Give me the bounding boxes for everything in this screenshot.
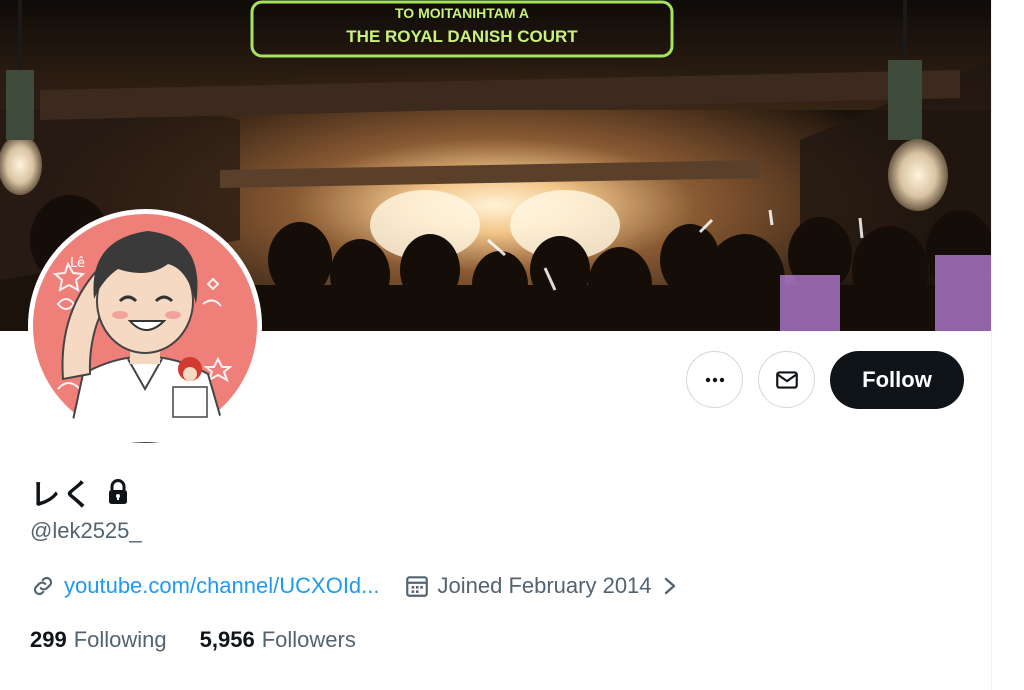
display-name: レく xyxy=(30,478,94,513)
lock-icon xyxy=(106,479,130,505)
profile-meta: youtube.com/channel/UCXOId... Joined Feb… xyxy=(30,570,680,602)
name-row: レく xyxy=(30,472,130,513)
website-link[interactable]: youtube.com/channel/UCXOId... xyxy=(30,573,380,599)
column-divider xyxy=(991,0,992,690)
chevron-right-icon[interactable] xyxy=(660,574,680,598)
followers-stat[interactable]: 5,956 Followers xyxy=(200,627,356,653)
link-icon xyxy=(30,573,56,599)
followers-count: 5,956 xyxy=(199,627,255,652)
profile-page: TO MOITANIHTAM A THE ROYAL DANISH COURT xyxy=(0,0,1024,690)
profile-actions: Follow xyxy=(0,351,991,411)
profile-stats: 299 Following 5,956 Followers xyxy=(30,627,356,653)
following-stat[interactable]: 299 Following xyxy=(30,627,167,653)
more-button[interactable] xyxy=(686,351,743,408)
joined-date: Joined February 2014 xyxy=(404,573,680,599)
calendar-icon xyxy=(404,573,430,599)
message-button[interactable] xyxy=(758,351,815,408)
following-label: Following xyxy=(73,627,167,652)
sign-text-top: TO MOITANIHTAM A xyxy=(395,5,529,21)
followers-label: Followers xyxy=(261,627,356,652)
more-horizontal-icon xyxy=(705,377,724,382)
avatar-badge-text: Lê xyxy=(70,256,85,271)
joined-text: Joined February 2014 xyxy=(437,573,652,598)
following-count: 299 xyxy=(30,627,67,652)
envelope-icon xyxy=(775,370,798,389)
sign-text: THE ROYAL DANISH COURT xyxy=(346,27,578,46)
profile-handle: @lek2525_ xyxy=(30,518,142,543)
website-text: youtube.com/channel/UCXOId... xyxy=(64,573,380,598)
follow-button[interactable]: Follow xyxy=(830,351,964,409)
